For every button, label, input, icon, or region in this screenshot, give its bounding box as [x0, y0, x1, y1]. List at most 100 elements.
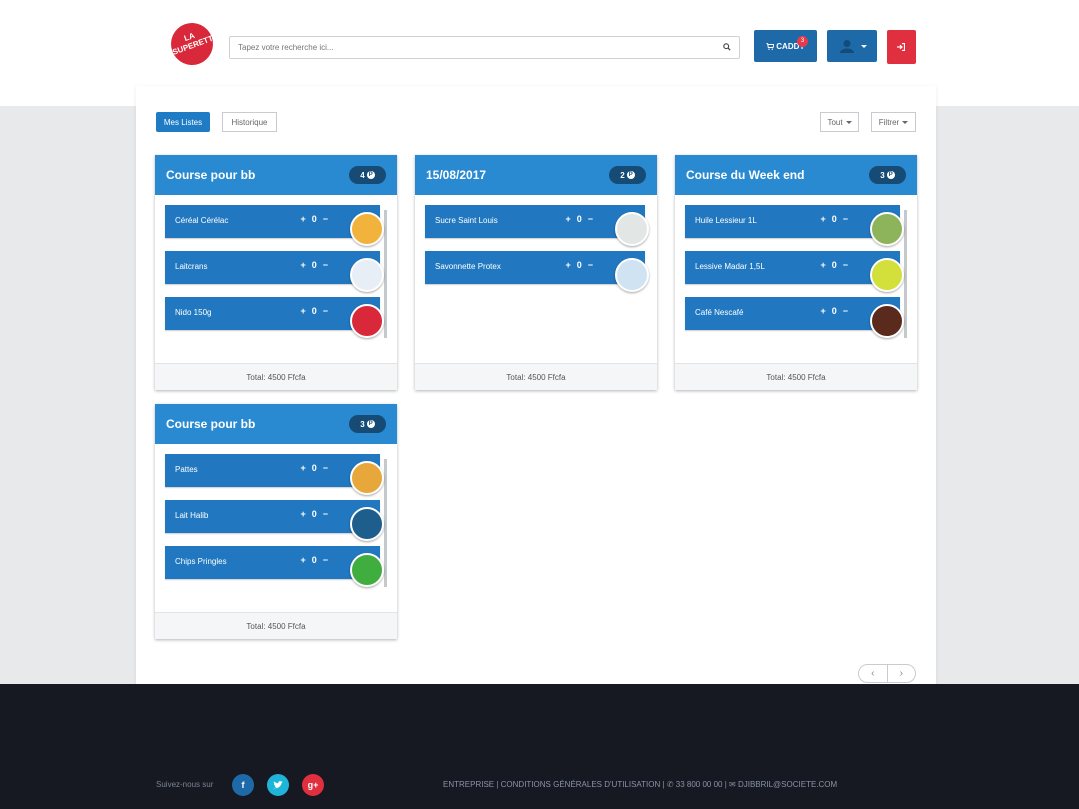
list-item[interactable]: Chips Pringles +0− — [165, 546, 384, 587]
link-entreprise[interactable]: ENTREPRISE — [443, 780, 494, 789]
pagination: ‹ › — [858, 664, 916, 683]
plus-icon[interactable]: + — [565, 214, 570, 224]
points-icon — [626, 171, 635, 179]
minus-icon[interactable]: − — [843, 260, 848, 270]
card-header: Course du Week end 3 — [675, 155, 917, 195]
plus-icon[interactable]: + — [300, 509, 305, 519]
product-image — [870, 258, 904, 292]
item-name: Céréal Cérélac — [175, 216, 229, 225]
product-image — [350, 304, 384, 338]
item-name: Lait Halib — [175, 511, 209, 520]
list-item[interactable]: Sucre Saint Louis +0− — [425, 205, 649, 246]
scrollbar[interactable] — [384, 210, 387, 338]
list-card: 15/08/2017 2 Sucre Saint Louis +0− Savon… — [415, 155, 657, 390]
product-image — [870, 212, 904, 246]
tout-dropdown[interactable]: Tout — [820, 112, 859, 132]
card-header: Course pour bb 4 — [155, 155, 397, 195]
search-input[interactable] — [230, 37, 700, 58]
card-count-badge: 3 — [349, 415, 386, 433]
minus-icon[interactable]: − — [323, 463, 328, 473]
list-item[interactable]: Nido 150g +0− — [165, 297, 384, 338]
plus-icon[interactable]: + — [820, 260, 825, 270]
tab-historique[interactable]: Historique — [222, 112, 277, 132]
item-quantity: 0 — [311, 509, 317, 519]
footer-phone: 33 800 00 00 — [675, 780, 723, 789]
link-cgu[interactable]: CONDITIONS GÉNÉRALES D'UTILISATION — [501, 780, 661, 789]
minus-icon[interactable]: − — [323, 306, 328, 316]
card-count: 4 — [360, 170, 365, 180]
plus-icon[interactable]: + — [565, 260, 570, 270]
user-menu-button[interactable] — [827, 30, 877, 62]
search-box[interactable] — [229, 36, 740, 59]
plus-icon[interactable]: + — [820, 306, 825, 316]
plus-icon[interactable]: + — [300, 260, 305, 270]
caddy-button[interactable]: CADDY — [754, 30, 817, 62]
item-name: Laitcrans — [175, 262, 208, 271]
list-item[interactable]: Céréal Cérélac +0− — [165, 205, 384, 246]
minus-icon[interactable]: − — [323, 509, 328, 519]
twitter-icon[interactable] — [267, 774, 289, 796]
item-quantity: 0 — [576, 260, 582, 270]
minus-icon[interactable]: − — [588, 260, 593, 270]
logout-button[interactable] — [887, 30, 916, 64]
tab-mes-listes[interactable]: Mes Listes — [156, 112, 210, 132]
minus-icon[interactable]: − — [323, 555, 328, 565]
plus-icon[interactable]: + — [300, 214, 305, 224]
item-name: Café Nescafé — [695, 308, 744, 317]
item-quantity: 0 — [831, 306, 837, 316]
list-item[interactable]: Lessive Madar 1,5L +0− — [685, 251, 904, 292]
next-page-button[interactable]: › — [888, 665, 916, 682]
plus-icon[interactable]: + — [820, 214, 825, 224]
card-count: 3 — [880, 170, 885, 180]
list-item[interactable]: Laitcrans +0− — [165, 251, 384, 292]
list-card: Course pour bb 4 Céréal Cérélac +0− Lait… — [155, 155, 397, 390]
prev-page-button[interactable]: ‹ — [859, 665, 888, 682]
minus-icon[interactable]: − — [588, 214, 593, 224]
footer — [0, 684, 1079, 809]
card-total: Total: 4500 Ffcfa — [675, 363, 917, 390]
list-item[interactable]: Café Nescafé +0− — [685, 297, 904, 338]
item-quantity: 0 — [311, 260, 317, 270]
minus-icon[interactable]: − — [843, 306, 848, 316]
card-total: Total: 4500 Ffcfa — [155, 612, 397, 639]
card-title: 15/08/2017 — [426, 168, 487, 182]
minus-icon[interactable]: − — [323, 214, 328, 224]
envelope-icon: ✉ — [729, 780, 736, 789]
list-item[interactable]: Lait Halib +0− — [165, 500, 384, 541]
google-plus-icon[interactable]: g+ — [302, 774, 324, 796]
minus-icon[interactable]: − — [323, 260, 328, 270]
chevron-down-icon — [861, 45, 867, 48]
card-count-badge: 3 — [869, 166, 906, 184]
user-icon — [840, 40, 854, 53]
product-image — [615, 212, 649, 246]
card-body: Sucre Saint Louis +0− Savonnette Protex … — [415, 195, 657, 350]
list-item[interactable]: Savonnette Protex +0− — [425, 251, 649, 292]
minus-icon[interactable]: − — [843, 214, 848, 224]
plus-icon[interactable]: + — [300, 306, 305, 316]
item-name: Nido 150g — [175, 308, 212, 317]
scrollbar[interactable] — [384, 459, 387, 587]
list-card: Course du Week end 3 Huile Lessieur 1L +… — [675, 155, 917, 390]
search-icon[interactable] — [723, 43, 731, 51]
product-image — [350, 258, 384, 292]
plus-icon[interactable]: + — [300, 555, 305, 565]
card-count-badge: 4 — [349, 166, 386, 184]
product-image — [350, 461, 384, 495]
product-image — [350, 553, 384, 587]
follow-label: Suivez-nous sur — [156, 780, 214, 789]
product-image — [350, 507, 384, 541]
caret-down-icon — [845, 120, 852, 124]
cart-icon — [766, 42, 775, 50]
item-quantity: 0 — [831, 260, 837, 270]
filtrer-dropdown[interactable]: Filtrer — [871, 112, 916, 132]
plus-icon[interactable]: + — [300, 463, 305, 473]
item-quantity: 0 — [576, 214, 582, 224]
list-card: Course pour bb 3 Pattes +0− Lait Halib +… — [155, 404, 397, 639]
sign-out-icon — [897, 43, 905, 51]
list-item[interactable]: Huile Lessieur 1L +0− — [685, 205, 904, 246]
list-item[interactable]: Pattes +0− — [165, 454, 384, 495]
item-name: Pattes — [175, 465, 198, 474]
footer-email[interactable]: DJIBBRIL@SOCIETE.COM — [738, 780, 837, 789]
facebook-icon[interactable]: f — [232, 774, 254, 796]
scrollbar[interactable] — [904, 210, 907, 338]
